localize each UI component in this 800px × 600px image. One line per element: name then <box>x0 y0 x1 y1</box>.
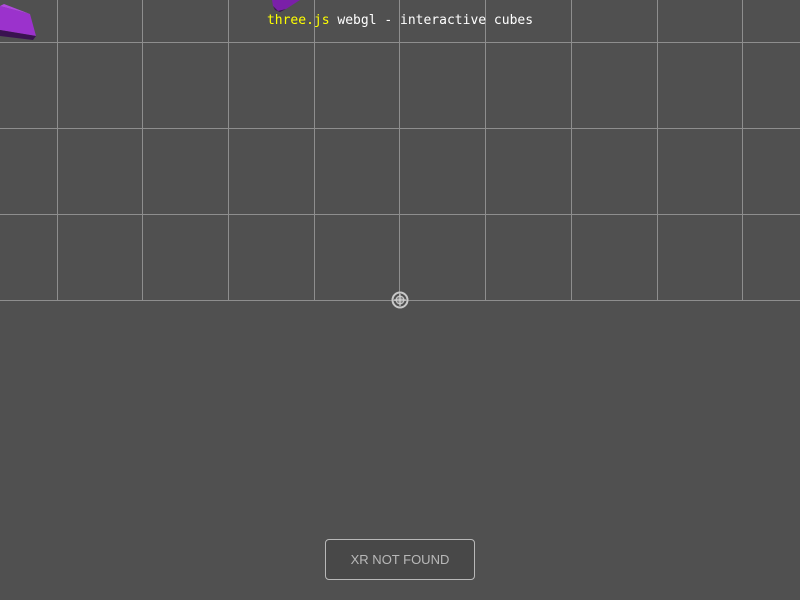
webgl-canvas[interactable]: three.js webgl - interactive cubes XR NO… <box>0 0 800 600</box>
room-grid <box>0 0 800 301</box>
threejs-link[interactable]: three.js <box>267 13 330 28</box>
xr-not-found-button[interactable]: XR NOT FOUND <box>325 539 475 580</box>
info-title: webgl - interactive cubes <box>329 13 534 28</box>
crosshair-icon <box>391 291 409 309</box>
info-header: three.js webgl - interactive cubes <box>0 12 800 30</box>
cube <box>272 0 300 12</box>
